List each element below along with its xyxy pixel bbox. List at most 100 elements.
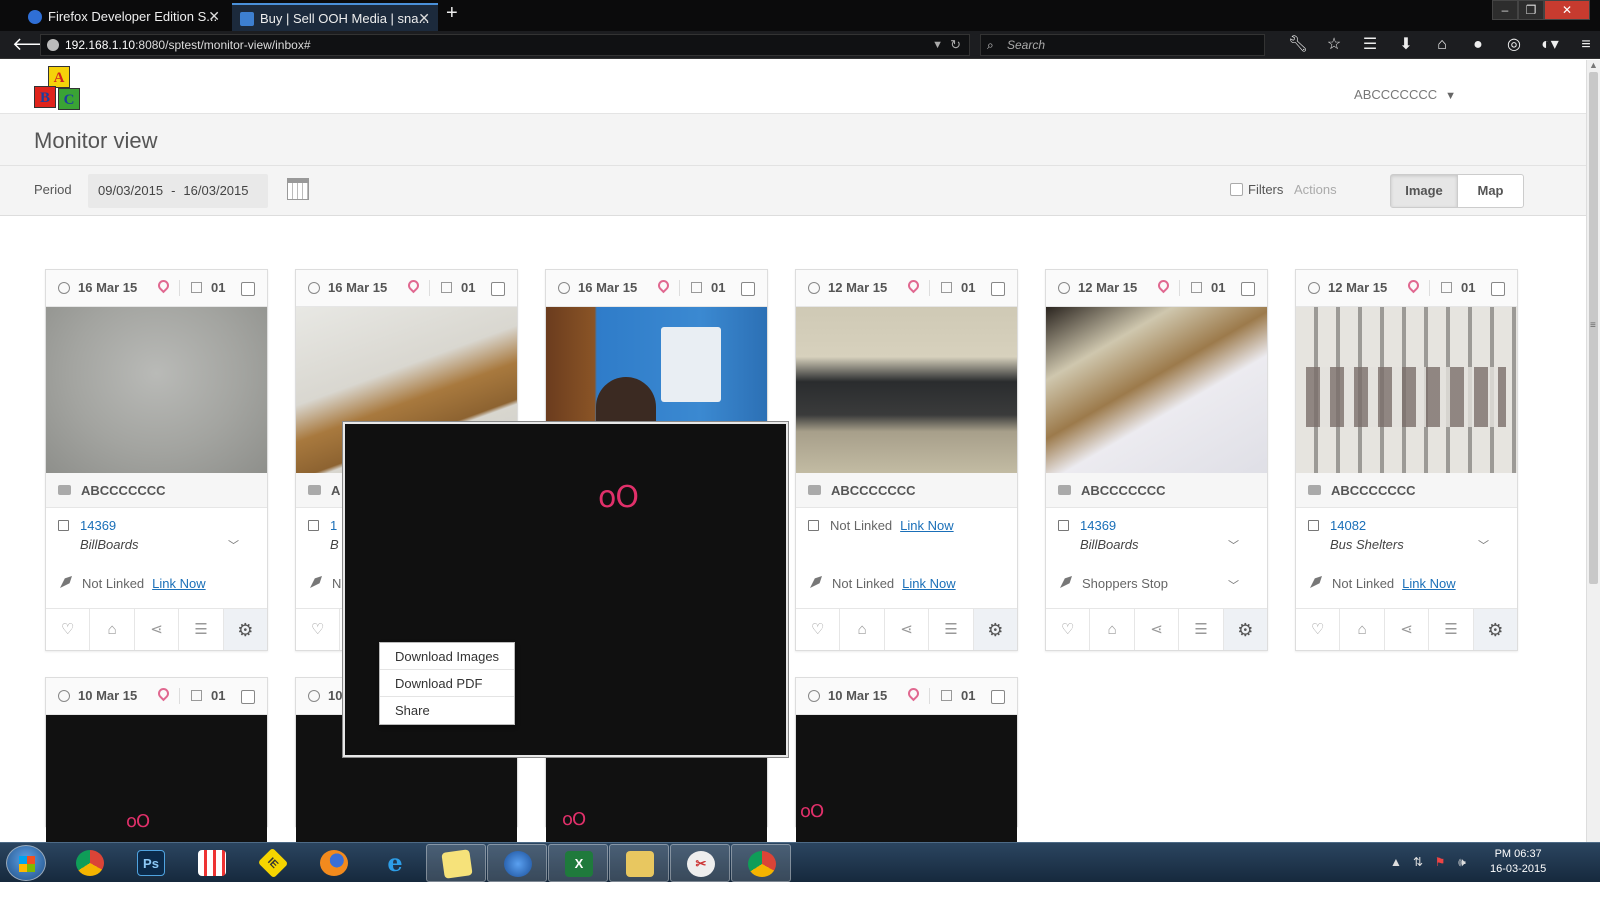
devtools-icon[interactable]: ◎	[1496, 34, 1532, 56]
card-photo[interactable]	[796, 307, 1017, 473]
card-photo[interactable]: oO	[796, 715, 1017, 843]
browser-tab-firefox-dev[interactable]: Firefox Developer Edition S... ✕	[20, 3, 228, 31]
notes-icon[interactable]: ☰	[929, 609, 974, 650]
card-photo[interactable]	[46, 307, 267, 473]
extension-icon[interactable]: ◐▾	[1532, 34, 1568, 56]
browser-tab-active[interactable]: Buy | Sell OOH Media | sna... ✕	[232, 3, 438, 31]
heart-icon[interactable]: ♡	[296, 609, 341, 650]
select-card-checkbox[interactable]	[491, 282, 505, 296]
select-card-checkbox[interactable]	[991, 282, 1005, 296]
close-window-button[interactable]: ✕	[1544, 0, 1590, 20]
download-pdf-menu-item[interactable]: Download PDF	[380, 670, 514, 697]
scroll-up-arrow-icon[interactable]: ▲	[1589, 60, 1598, 70]
close-tab-icon[interactable]: ✕	[418, 5, 430, 31]
heart-icon[interactable]: ♡	[46, 609, 91, 650]
tag-icon[interactable]: ⌂	[90, 609, 135, 650]
restore-button[interactable]: ❐	[1518, 0, 1544, 20]
link-now-link[interactable]: Link Now	[1402, 576, 1455, 591]
chevron-down-icon[interactable]: ﹀	[228, 537, 239, 553]
actions-menu[interactable]: Actions	[1294, 182, 1337, 197]
link-now-link[interactable]: Link Now	[900, 518, 953, 533]
url-bar[interactable]: 192.168.1.10:8080/sptest/monitor-view/in…	[40, 34, 970, 56]
site-id-link[interactable]: 14369	[1080, 518, 1116, 533]
heart-icon[interactable]: ♡	[796, 609, 841, 650]
card-photo[interactable]: oO	[46, 715, 267, 843]
card-photo[interactable]	[1046, 307, 1267, 473]
select-card-checkbox[interactable]	[241, 690, 255, 704]
site-id-link[interactable]: 14082	[1330, 518, 1366, 533]
calendar-icon[interactable]	[287, 178, 309, 200]
link-now-link[interactable]: Link Now	[152, 576, 205, 591]
location-pin-icon[interactable]	[155, 277, 172, 294]
gear-icon[interactable]: ⚙	[1223, 609, 1268, 650]
location-pin-icon[interactable]	[905, 277, 922, 294]
close-tab-icon[interactable]: ✕	[208, 3, 220, 30]
taskbar-ie-tester[interactable]: IE	[243, 844, 303, 882]
taskbar-chrome[interactable]	[60, 844, 120, 882]
show-hidden-icons-icon[interactable]: ▲	[1385, 855, 1407, 870]
page-scrollbar[interactable]: ▲ ≡ ▼	[1586, 60, 1600, 860]
period-range-field[interactable]: 09/03/2015-16/03/2015	[88, 174, 268, 208]
action-center-flag-icon[interactable]: ⚑	[1429, 855, 1451, 870]
select-card-checkbox[interactable]	[991, 690, 1005, 704]
taskbar-firefox-dev[interactable]	[487, 844, 547, 882]
reload-icon[interactable]: ↻	[950, 35, 961, 55]
select-card-checkbox[interactable]	[1241, 282, 1255, 296]
share-icon[interactable]: ⋖	[135, 609, 180, 650]
url-history-dropdown-icon[interactable]: ▼	[932, 35, 943, 55]
taskbar-snipping-tool[interactable]: ✂	[670, 844, 730, 882]
taskbar-internet-explorer[interactable]: e	[365, 844, 425, 882]
wrench-icon[interactable]: 🔧︎	[1280, 34, 1316, 56]
select-card-checkbox[interactable]	[1491, 282, 1505, 296]
select-card-checkbox[interactable]	[241, 282, 255, 296]
share-icon[interactable]: ⋖	[885, 609, 930, 650]
abc-blocks-logo[interactable]: A B C	[34, 66, 86, 112]
chevron-down-icon[interactable]: ﹀	[1478, 537, 1489, 553]
hamburger-menu-icon[interactable]: ≡	[1568, 34, 1600, 56]
network-icon[interactable]: ⇅	[1407, 855, 1429, 870]
image-view-button[interactable]: Image	[1391, 175, 1457, 207]
browser-search-input[interactable]: ⌕ Search	[980, 34, 1265, 56]
volume-icon[interactable]: 🕪︎	[1451, 855, 1473, 870]
location-pin-icon[interactable]	[905, 685, 922, 702]
tag-icon[interactable]: ⌂	[1090, 609, 1135, 650]
notes-icon[interactable]: ☰	[1429, 609, 1474, 650]
taskbar-chrome-2[interactable]	[731, 844, 791, 882]
location-pin-icon[interactable]	[405, 277, 422, 294]
bookmark-star-icon[interactable]: ☆	[1316, 34, 1352, 56]
taskbar-photoshop[interactable]: Ps	[121, 844, 181, 882]
link-now-link[interactable]: Link Now	[902, 576, 955, 591]
chevron-down-icon[interactable]: ﹀	[1228, 577, 1239, 593]
download-images-menu-item[interactable]: Download Images	[380, 643, 514, 670]
reading-list-icon[interactable]: ☰	[1352, 34, 1388, 56]
card-photo[interactable]	[1296, 307, 1517, 473]
filters-checkbox[interactable]	[1230, 183, 1243, 196]
taskbar-app-grid[interactable]	[182, 844, 242, 882]
location-pin-icon[interactable]	[1155, 277, 1172, 294]
taskbar-firefox[interactable]	[304, 844, 364, 882]
start-button[interactable]	[6, 845, 46, 881]
chevron-down-icon[interactable]: ﹀	[1228, 537, 1239, 553]
filters-toggle[interactable]: Filters	[1230, 182, 1283, 197]
location-pin-icon[interactable]	[655, 277, 672, 294]
gear-icon[interactable]: ⚙	[223, 609, 268, 650]
home-icon[interactable]: ⌂	[1424, 34, 1460, 56]
heart-icon[interactable]: ♡	[1296, 609, 1341, 650]
heart-icon[interactable]: ♡	[1046, 609, 1091, 650]
notes-icon[interactable]: ☰	[1179, 609, 1224, 650]
taskbar-excel[interactable]: X	[548, 844, 608, 882]
gear-icon[interactable]: ⚙	[973, 609, 1018, 650]
location-pin-icon[interactable]	[155, 685, 172, 702]
location-pin-icon[interactable]	[1405, 277, 1422, 294]
select-card-checkbox[interactable]	[741, 282, 755, 296]
system-clock[interactable]: PM 06:37 16-03-2015	[1490, 847, 1546, 877]
tag-icon[interactable]: ⌂	[1340, 609, 1385, 650]
share-icon[interactable]: ⋖	[1385, 609, 1430, 650]
notes-icon[interactable]: ☰	[179, 609, 224, 650]
site-id-link[interactable]: 1	[330, 518, 337, 533]
taskbar-sticky-notes[interactable]	[426, 844, 486, 882]
chat-icon[interactable]: ●	[1460, 34, 1496, 56]
taskbar-explorer[interactable]	[609, 844, 669, 882]
download-icon[interactable]: ⬇	[1388, 34, 1424, 56]
minimize-button[interactable]: –	[1492, 0, 1518, 20]
